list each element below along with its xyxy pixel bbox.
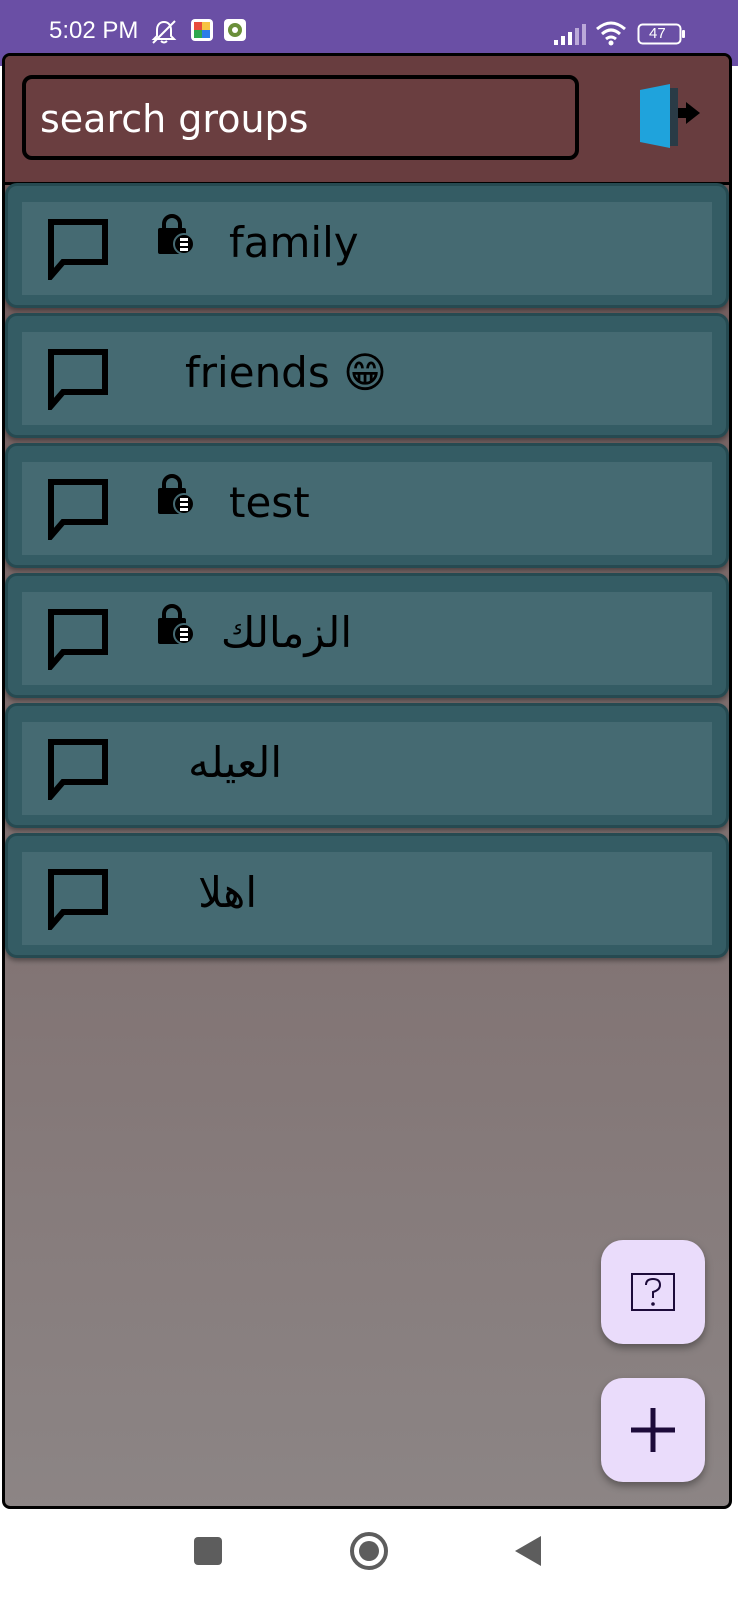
exit-door-icon bbox=[640, 84, 700, 148]
group-name: friends 😁 bbox=[185, 348, 387, 397]
help-button[interactable] bbox=[601, 1240, 705, 1344]
colorful-app-icon bbox=[190, 18, 214, 46]
lock-icon bbox=[158, 474, 195, 515]
lock-icon bbox=[158, 604, 195, 645]
recents-square-icon bbox=[194, 1537, 222, 1565]
logout-button[interactable] bbox=[630, 84, 704, 156]
group-name: test bbox=[229, 478, 310, 527]
status-time: 5:02 PM bbox=[49, 17, 139, 44]
home-button[interactable] bbox=[349, 1531, 389, 1575]
chat-icon bbox=[48, 739, 108, 800]
group-item-body: الزمالك bbox=[22, 592, 712, 685]
plus-icon bbox=[631, 1408, 675, 1452]
home-circle-icon bbox=[350, 1532, 388, 1570]
group-item-body: test bbox=[22, 462, 712, 555]
group-name: الزمالك bbox=[220, 608, 352, 657]
group-item-test[interactable]: test bbox=[5, 443, 729, 568]
group-name: family bbox=[229, 218, 359, 267]
lock-icon bbox=[158, 214, 195, 255]
navigation-bar bbox=[0, 1513, 738, 1600]
chat-icon bbox=[48, 609, 108, 670]
chat-icon bbox=[48, 219, 108, 280]
wifi-icon bbox=[595, 20, 627, 50]
group-name: العيله bbox=[188, 738, 282, 787]
add-group-button[interactable] bbox=[601, 1378, 705, 1482]
chat-icon bbox=[48, 349, 108, 410]
group-item-ahlan[interactable]: اهلا bbox=[5, 833, 729, 958]
search-input[interactable] bbox=[38, 91, 562, 147]
recents-button[interactable] bbox=[193, 1536, 223, 1570]
back-button[interactable] bbox=[513, 1534, 543, 1572]
group-item-family[interactable]: family bbox=[5, 183, 729, 308]
search-box bbox=[22, 75, 579, 160]
help-question-icon bbox=[631, 1273, 675, 1311]
app-notification-icon bbox=[223, 18, 247, 46]
signal-icon bbox=[553, 22, 587, 50]
group-name: اهلا bbox=[198, 868, 257, 917]
back-triangle-icon bbox=[515, 1536, 541, 1566]
mute-bell-icon bbox=[150, 18, 178, 50]
battery-icon: 47 bbox=[637, 22, 687, 50]
group-item-body: اهلا bbox=[22, 852, 712, 945]
chat-icon bbox=[48, 479, 108, 540]
header bbox=[5, 56, 729, 185]
group-item-family-ar[interactable]: العيله bbox=[5, 703, 729, 828]
group-item-body: العيله bbox=[22, 722, 712, 815]
group-item-zamalek[interactable]: الزمالك bbox=[5, 573, 729, 698]
group-item-body: family bbox=[22, 202, 712, 295]
group-item-friends[interactable]: friends 😁 bbox=[5, 313, 729, 438]
battery-level: 47 bbox=[649, 25, 666, 42]
group-item-body: friends 😁 bbox=[22, 332, 712, 425]
